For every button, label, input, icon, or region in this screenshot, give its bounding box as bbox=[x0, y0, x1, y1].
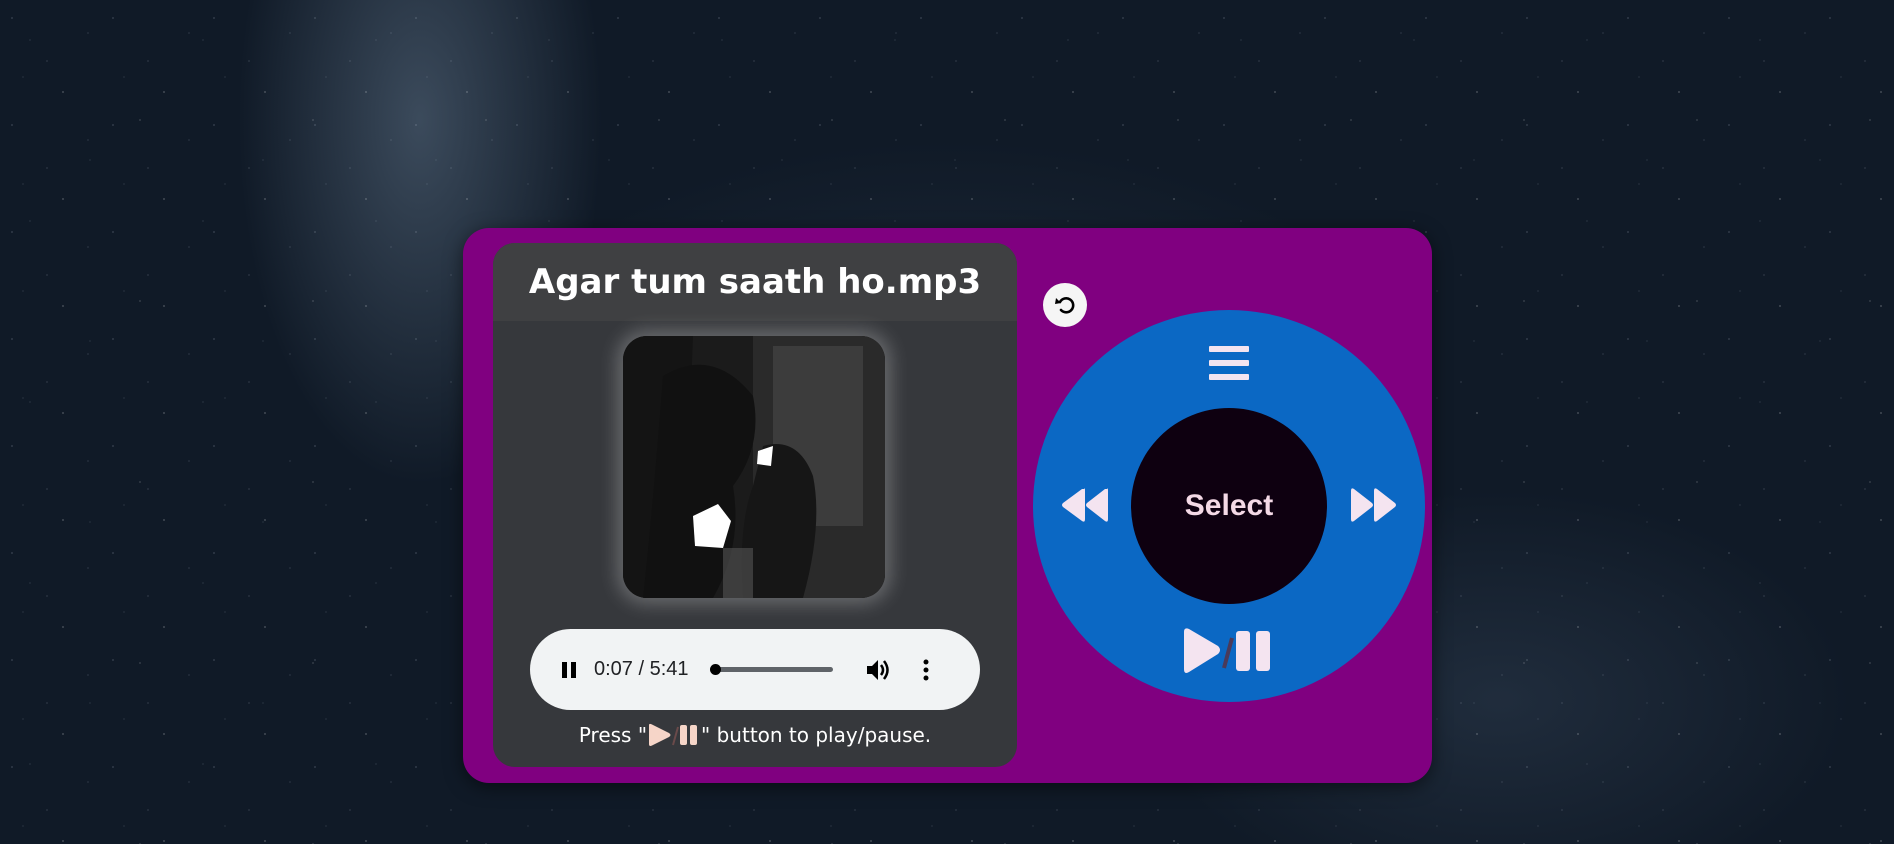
menu-button[interactable] bbox=[1204, 338, 1254, 388]
album-art bbox=[623, 336, 885, 598]
album-art-image bbox=[623, 336, 885, 598]
hint-suffix: " button to play/pause. bbox=[701, 723, 932, 747]
select-button[interactable]: Select bbox=[1131, 408, 1327, 604]
rewind-button[interactable] bbox=[1055, 480, 1115, 530]
time-display: 0:07 / 5:41 bbox=[594, 658, 689, 680]
fast-forward-icon bbox=[1351, 488, 1396, 522]
volume-button[interactable] bbox=[863, 655, 893, 685]
more-vertical-icon bbox=[923, 659, 929, 680]
seek-bar[interactable] bbox=[709, 664, 833, 675]
hint-prefix: Press " bbox=[578, 723, 648, 747]
ipod-body: Agar tum saath ho.mp3 0:07 / 5:41 Press … bbox=[463, 228, 1432, 783]
reset-button[interactable] bbox=[1043, 283, 1087, 327]
play-pause-button[interactable] bbox=[1178, 623, 1278, 678]
rewind-icon bbox=[1062, 488, 1108, 522]
play-pause-hint: Press " " button to play/pause. bbox=[493, 723, 1017, 747]
click-wheel: Select bbox=[1033, 310, 1425, 702]
pause-button[interactable] bbox=[554, 655, 584, 685]
track-title: Agar tum saath ho.mp3 bbox=[493, 243, 1017, 321]
pause-icon bbox=[562, 661, 576, 678]
fast-forward-button[interactable] bbox=[1343, 480, 1403, 530]
audio-player: 0:07 / 5:41 bbox=[530, 629, 980, 710]
more-options-button[interactable] bbox=[911, 655, 941, 685]
rotate-ccw-icon bbox=[1055, 297, 1075, 314]
seek-bar-thumb[interactable] bbox=[709, 664, 721, 675]
play-pause-icon bbox=[1184, 627, 1270, 673]
menu-icon bbox=[1209, 346, 1249, 380]
play-pause-hint-icon bbox=[649, 723, 698, 746]
volume-icon bbox=[866, 659, 889, 680]
ipod-screen: Agar tum saath ho.mp3 0:07 / 5:41 Press … bbox=[493, 243, 1017, 767]
